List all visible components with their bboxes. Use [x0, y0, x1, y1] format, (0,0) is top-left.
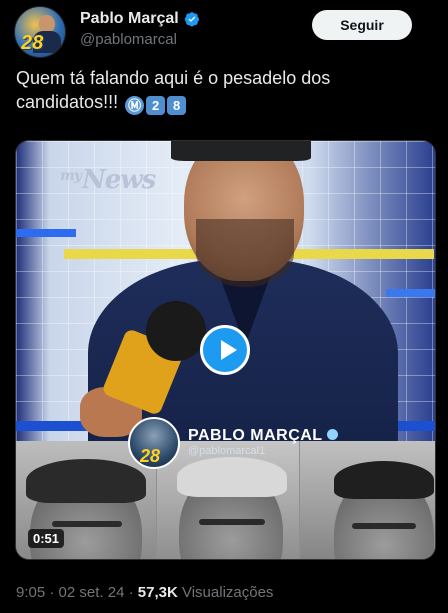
mynews-logo: myNews	[60, 165, 156, 195]
mynews-logo-prefix: my	[60, 168, 82, 184]
banner-avatar-number: 28	[140, 446, 161, 466]
candidate-eyes	[52, 521, 122, 527]
speaker-cap	[171, 141, 311, 161]
author-name[interactable]: Pablo Marçal	[80, 10, 179, 28]
candidate-eyes	[352, 523, 416, 529]
avatar-number: 28	[21, 32, 44, 54]
views-count: 57,3K	[137, 584, 178, 601]
video-name-banner: 28 PABLO MARÇAL @pablomarcal1	[16, 411, 435, 469]
tweet-date[interactable]: 02 set. 24	[59, 584, 125, 601]
author-handle[interactable]: @pablomarcal	[80, 31, 177, 48]
tweet-meta: 9:05 · 02 set. 24 · 57,3K Visualizações	[16, 584, 273, 601]
banner-name: PABLO MARÇAL	[188, 427, 338, 445]
banner-verified-icon	[326, 429, 338, 440]
views-label: Visualizações	[181, 584, 274, 601]
meta-separator: ·	[49, 584, 55, 601]
author-name-row: Pablo Marçal	[80, 10, 200, 28]
video-player[interactable]: myNews 28 PABLO MARÇAL @pablomarcal1 0:5…	[15, 140, 436, 560]
tweet-header: 28 Pablo Marçal @pablomarcal Seguir	[14, 6, 434, 58]
play-button-icon[interactable]	[200, 325, 250, 375]
banner-handle: @pablomarcal1	[188, 445, 266, 457]
studio-light-bar	[16, 229, 76, 237]
tweet-text: Quem tá falando aqui é o pesadelo dos ca…	[16, 66, 428, 115]
author-avatar[interactable]: 28	[14, 6, 66, 58]
verified-badge-icon	[184, 12, 199, 27]
keycap-eight-emoji-icon: 8	[167, 96, 187, 115]
video-duration-badge: 0:51	[28, 529, 65, 548]
studio-light-bar	[386, 289, 435, 297]
follow-button[interactable]: Seguir	[312, 10, 412, 40]
tweet-time[interactable]: 9:05	[16, 584, 45, 601]
speaker-beard	[196, 219, 294, 287]
candidate-eyes	[199, 519, 265, 525]
banner-name-text: PABLO MARÇAL	[188, 427, 323, 444]
meta-separator: ·	[128, 584, 134, 601]
banner-avatar: 28	[128, 417, 180, 469]
microphone-icon	[146, 301, 206, 361]
keycap-two-emoji-icon: 2	[146, 96, 166, 115]
mynews-logo-text: News	[81, 165, 156, 195]
metro-m-emoji-icon: Ⓜ	[125, 96, 145, 115]
